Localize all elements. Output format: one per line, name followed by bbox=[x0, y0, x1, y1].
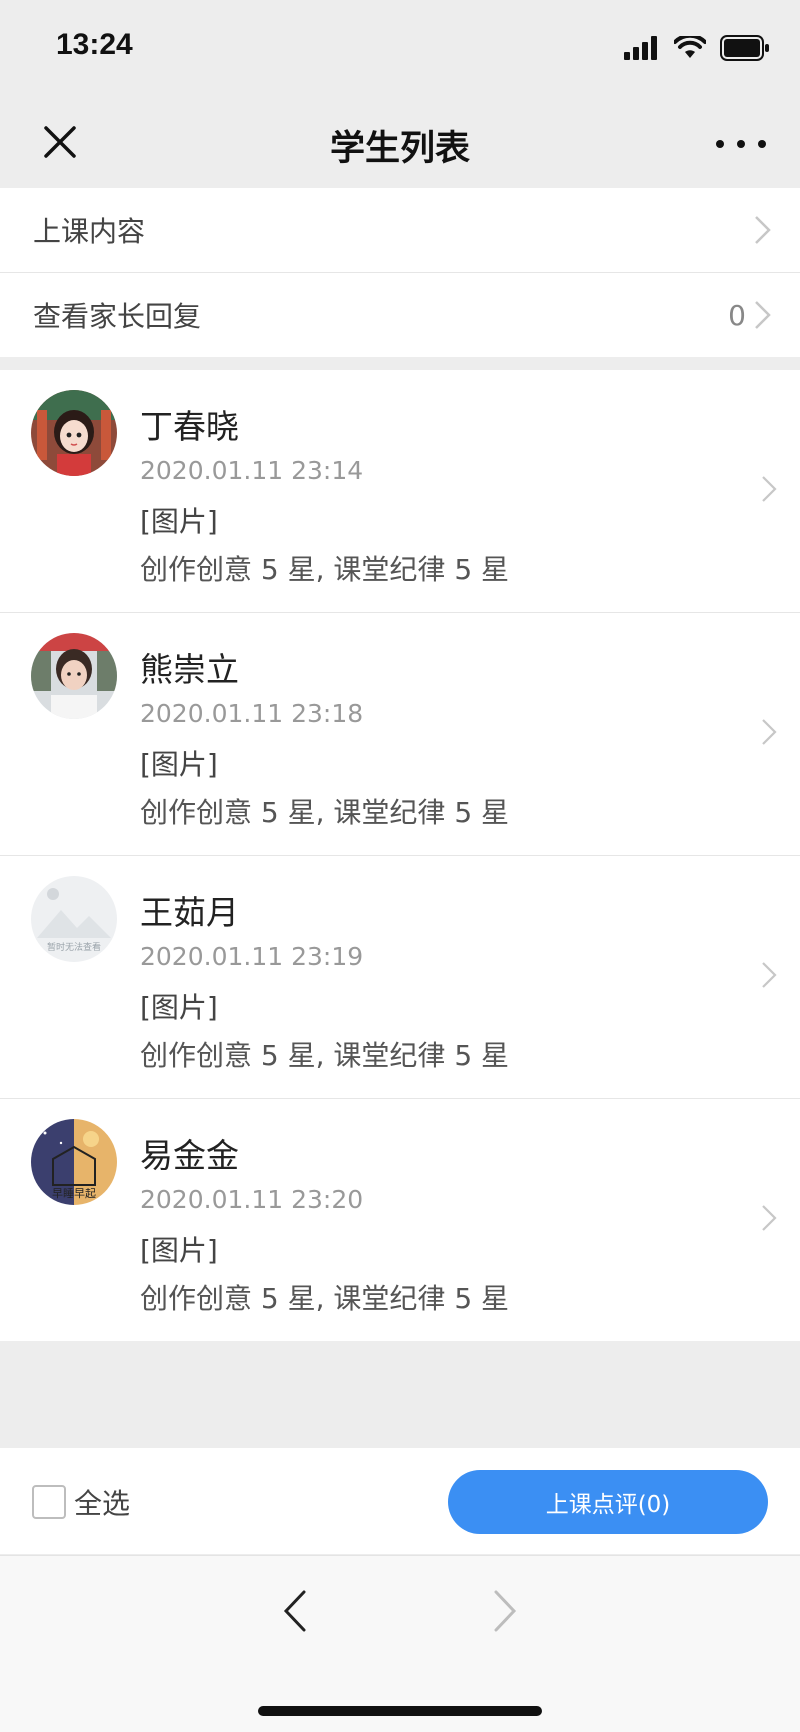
browser-nav-bar bbox=[0, 1555, 800, 1732]
nav-bar: 学生列表 bbox=[0, 100, 800, 188]
chevron-right-icon bbox=[755, 301, 771, 329]
avatar: 暂时无法查看 bbox=[31, 876, 117, 962]
student-row[interactable]: 丁春晓 2020.01.11 23:14 [图片] 创作创意 5 星, 课堂纪律… bbox=[0, 370, 800, 612]
signal-icon bbox=[624, 36, 657, 60]
student-row[interactable]: 暂时无法查看 王茹月 2020.01.11 23:19 [图片] 创作创意 5 … bbox=[0, 856, 800, 1098]
status-bar: 13:24 bbox=[0, 0, 800, 100]
student-name: 熊崇立 bbox=[140, 650, 239, 689]
class-content-row[interactable]: 上课内容 bbox=[0, 188, 800, 272]
chevron-right-icon bbox=[762, 962, 777, 988]
student-timestamp: 2020.01.11 23:14 bbox=[140, 456, 364, 485]
forward-arrow-icon[interactable] bbox=[488, 1588, 520, 1634]
back-arrow-icon[interactable] bbox=[280, 1588, 312, 1634]
student-row[interactable]: 早睡早起 易金金 2020.01.11 23:20 [图片] 创作创意 5 星,… bbox=[0, 1099, 800, 1341]
student-name: 易金金 bbox=[140, 1136, 239, 1175]
student-attachment: [图片] bbox=[140, 505, 218, 538]
class-review-button[interactable]: 上课点评(0) bbox=[448, 1470, 768, 1534]
page-title: 学生列表 bbox=[329, 129, 470, 169]
avatar bbox=[31, 390, 117, 476]
status-time: 13:24 bbox=[56, 28, 133, 61]
student-name: 王茹月 bbox=[140, 893, 239, 932]
select-all-label[interactable]: 全选 bbox=[74, 1482, 130, 1522]
chevron-right-icon bbox=[762, 719, 777, 745]
class-content-label: 上课内容 bbox=[33, 215, 146, 248]
student-rating: 创作创意 5 星, 课堂纪律 5 星 bbox=[140, 553, 510, 586]
more-options-icon[interactable] bbox=[716, 126, 766, 162]
home-indicator bbox=[258, 1706, 542, 1716]
placeholder-avatar-text: 暂时无法查看 bbox=[47, 941, 101, 953]
student-name: 丁春晓 bbox=[140, 407, 239, 446]
battery-icon bbox=[720, 35, 769, 61]
student-row[interactable]: 熊崇立 2020.01.11 23:18 [图片] 创作创意 5 星, 课堂纪律… bbox=[0, 613, 800, 855]
avatar bbox=[31, 633, 117, 719]
student-rating: 创作创意 5 星, 课堂纪律 5 星 bbox=[140, 1282, 510, 1315]
parent-reply-count: 0 bbox=[728, 298, 746, 332]
bottom-action-bar: 全选 上课点评(0) bbox=[0, 1448, 800, 1554]
status-icons bbox=[624, 34, 770, 62]
student-rating: 创作创意 5 星, 课堂纪律 5 星 bbox=[140, 796, 510, 829]
student-attachment: [图片] bbox=[140, 991, 218, 1024]
student-timestamp: 2020.01.11 23:18 bbox=[140, 699, 364, 728]
chevron-right-icon bbox=[762, 476, 777, 502]
parent-reply-row[interactable]: 查看家长回复 0 bbox=[0, 273, 800, 357]
avatar: 早睡早起 bbox=[31, 1119, 117, 1205]
student-rating: 创作创意 5 星, 课堂纪律 5 星 bbox=[140, 1039, 510, 1072]
student-timestamp: 2020.01.11 23:19 bbox=[140, 942, 364, 971]
chevron-right-icon bbox=[762, 1205, 777, 1231]
parent-reply-label: 查看家长回复 bbox=[33, 300, 202, 333]
student-timestamp: 2020.01.11 23:20 bbox=[140, 1185, 364, 1214]
student-attachment: [图片] bbox=[140, 1234, 218, 1267]
select-all-checkbox[interactable] bbox=[32, 1485, 66, 1519]
student-attachment: [图片] bbox=[140, 748, 218, 781]
wifi-icon bbox=[674, 36, 706, 58]
chevron-right-icon bbox=[755, 216, 771, 244]
avatar-text: 早睡早起 bbox=[52, 1187, 96, 1200]
